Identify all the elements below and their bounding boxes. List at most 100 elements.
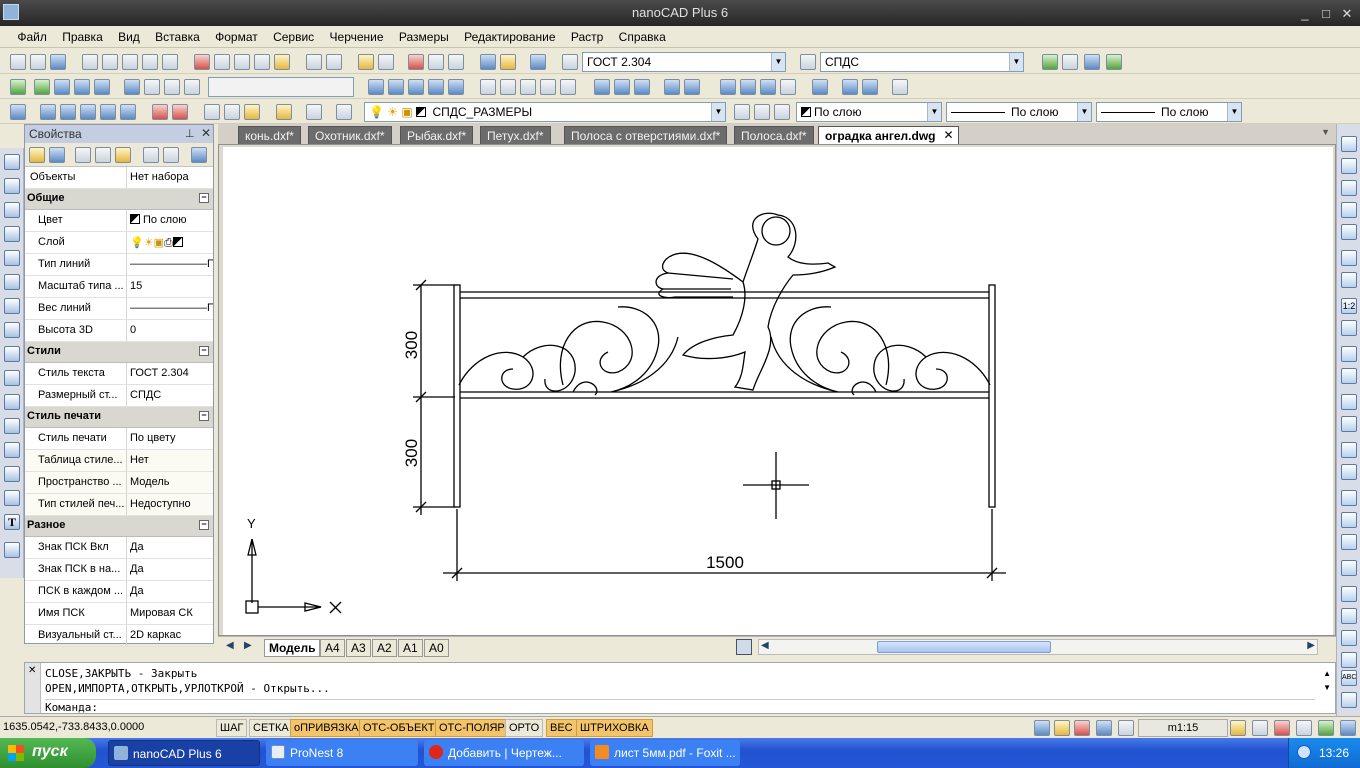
hatch-toggle[interactable]: ШТРИХОВКА <box>576 719 653 737</box>
mirror-object-icon[interactable] <box>1341 180 1357 196</box>
stretch-object-icon[interactable] <box>1341 320 1357 336</box>
dim-aligned-icon[interactable] <box>388 79 404 95</box>
plot-icon[interactable] <box>142 54 158 70</box>
dim-arc-icon[interactable] <box>540 79 556 95</box>
move-object-icon[interactable] <box>1341 250 1357 266</box>
dim-angle-icon[interactable] <box>520 79 536 95</box>
publish-icon[interactable] <box>122 54 138 70</box>
task-pronest[interactable]: ProNest 8 <box>266 740 418 766</box>
scroll-left-icon[interactable]: ◀ <box>761 640 769 651</box>
save-icon[interactable] <box>50 54 66 70</box>
polygon-icon[interactable] <box>4 226 20 242</box>
color-select[interactable]: По слою ▼ <box>796 102 942 122</box>
viewport-icon[interactable] <box>164 79 180 95</box>
lineweight-select[interactable]: По слою ▼ <box>1096 102 1242 122</box>
explode-object-icon[interactable] <box>1341 534 1357 550</box>
clipboard-icon[interactable] <box>276 104 292 120</box>
layer-iso-icon[interactable] <box>774 104 790 120</box>
zoom-previous-icon[interactable] <box>428 54 444 70</box>
view-select[interactable] <box>208 77 354 97</box>
property-value[interactable]: Да <box>127 559 213 580</box>
doc-tab[interactable]: Полоса с отверстиями.dxf* <box>564 126 728 144</box>
close-icon[interactable]: ✕ <box>201 126 211 140</box>
table-icon[interactable] <box>74 79 90 95</box>
tab-model[interactable]: Модель <box>264 639 321 657</box>
workspace-icon[interactable] <box>1034 720 1050 736</box>
lineweight-toggle[interactable]: ВЕС <box>546 719 577 737</box>
task-nanocad[interactable]: nanoCAD Plus 6 <box>108 740 260 766</box>
tolerance-icon[interactable] <box>684 79 700 95</box>
properties-icon[interactable] <box>842 79 858 95</box>
property-value[interactable]: ———————П... <box>127 298 213 319</box>
dim-radius-icon[interactable] <box>480 79 496 95</box>
property-row[interactable]: Вес линий———————П... <box>25 298 213 320</box>
selector-row[interactable]: Объекты Нет набора <box>25 167 213 189</box>
lightbulb-icon[interactable] <box>1054 720 1070 736</box>
property-category[interactable]: Разное − <box>25 516 213 537</box>
layout-toggle-icon[interactable] <box>736 639 752 655</box>
mtext-icon[interactable] <box>4 542 20 558</box>
match-icon[interactable] <box>862 79 878 95</box>
copy-object-icon[interactable] <box>1341 158 1357 174</box>
tab-next-icon[interactable]: ▶ <box>244 640 252 651</box>
scroll-thumb[interactable] <box>877 641 1051 653</box>
network-icon[interactable] <box>1106 54 1122 70</box>
annotation-icon[interactable] <box>1230 720 1246 736</box>
property-row[interactable]: Высота 3D 0 <box>25 320 213 342</box>
dim-ordinate-icon[interactable] <box>428 79 444 95</box>
layer-tools4-icon[interactable] <box>1341 652 1357 668</box>
group-icon[interactable] <box>1341 560 1357 576</box>
paste-special-icon[interactable] <box>254 54 270 70</box>
insert-block-icon[interactable] <box>4 418 20 434</box>
toggle-icon[interactable] <box>191 147 207 163</box>
tab-prev-icon[interactable]: ◀ <box>226 640 234 651</box>
find-icon[interactable] <box>1341 692 1357 708</box>
property-row[interactable]: Имя ПСК Мировая СК <box>25 603 213 625</box>
zoom-window-icon[interactable] <box>408 54 424 70</box>
property-row[interactable]: ПСК в каждом ... Да <box>25 581 213 603</box>
property-row[interactable]: Пространство ... Модель <box>25 472 213 494</box>
text-icon[interactable]: T <box>4 514 20 530</box>
property-value[interactable]: 💡☀▣⎙ <box>127 232 213 253</box>
dim-baseline-icon[interactable] <box>448 79 464 95</box>
polyline-icon[interactable] <box>4 178 20 194</box>
command-input[interactable]: Команда: <box>45 699 1315 714</box>
edit-icon[interactable] <box>892 79 908 95</box>
task-foxit[interactable]: лист 5мм.pdf - Foxit ... <box>590 740 740 766</box>
property-row[interactable]: Знак ПСК Вкл Да <box>25 537 213 559</box>
otrack-toggle[interactable]: ОТС-ОБЪЕКТ <box>359 719 439 737</box>
close-button[interactable]: ✕ <box>1340 6 1354 22</box>
stretch-icon[interactable] <box>60 104 76 120</box>
tab-a3[interactable]: А3 <box>346 639 371 657</box>
lengthen-icon[interactable] <box>1341 490 1357 506</box>
property-category[interactable]: Стили − <box>25 342 213 363</box>
doc-tab[interactable]: конь.dxf* <box>238 126 301 144</box>
spellcheck-icon[interactable]: ABC <box>1341 670 1357 686</box>
selector-value[interactable]: Нет набора <box>127 167 213 188</box>
circle-icon[interactable] <box>4 298 20 314</box>
tab-a1[interactable]: А1 <box>398 639 423 657</box>
property-category[interactable]: Стиль печати − <box>25 407 213 428</box>
doc-tab-active[interactable]: оградка ангел.dwg ✕ <box>818 126 959 144</box>
array-object-icon[interactable] <box>1341 224 1357 240</box>
layer-icon[interactable] <box>10 104 26 120</box>
doc-tab[interactable]: Рыбак.dxf* <box>400 126 474 144</box>
close-icon[interactable]: ✕ <box>28 665 36 676</box>
match-properties-icon[interactable] <box>274 54 290 70</box>
zoom-extents-status-icon[interactable] <box>1296 720 1312 736</box>
scroll-right-icon[interactable]: ▶ <box>1307 640 1315 651</box>
scroll-down-icon[interactable]: ▼ <box>1323 683 1331 692</box>
print-icon[interactable] <box>82 54 98 70</box>
pagesetup-icon[interactable] <box>162 54 178 70</box>
preview-icon[interactable] <box>102 54 118 70</box>
grid-icon[interactable] <box>54 79 70 95</box>
doc-tab[interactable]: Охотник.dxf* <box>308 126 392 144</box>
dim-vertical-icon[interactable] <box>408 79 424 95</box>
dim-diameter-icon[interactable] <box>500 79 516 95</box>
close-tab-icon[interactable]: ✕ <box>943 128 953 142</box>
new-file-icon[interactable] <box>10 54 26 70</box>
menu-draw[interactable]: Черчение <box>324 26 390 48</box>
spline-icon[interactable] <box>4 346 20 362</box>
view-icon[interactable] <box>144 79 160 95</box>
paste-icon[interactable] <box>234 54 250 70</box>
